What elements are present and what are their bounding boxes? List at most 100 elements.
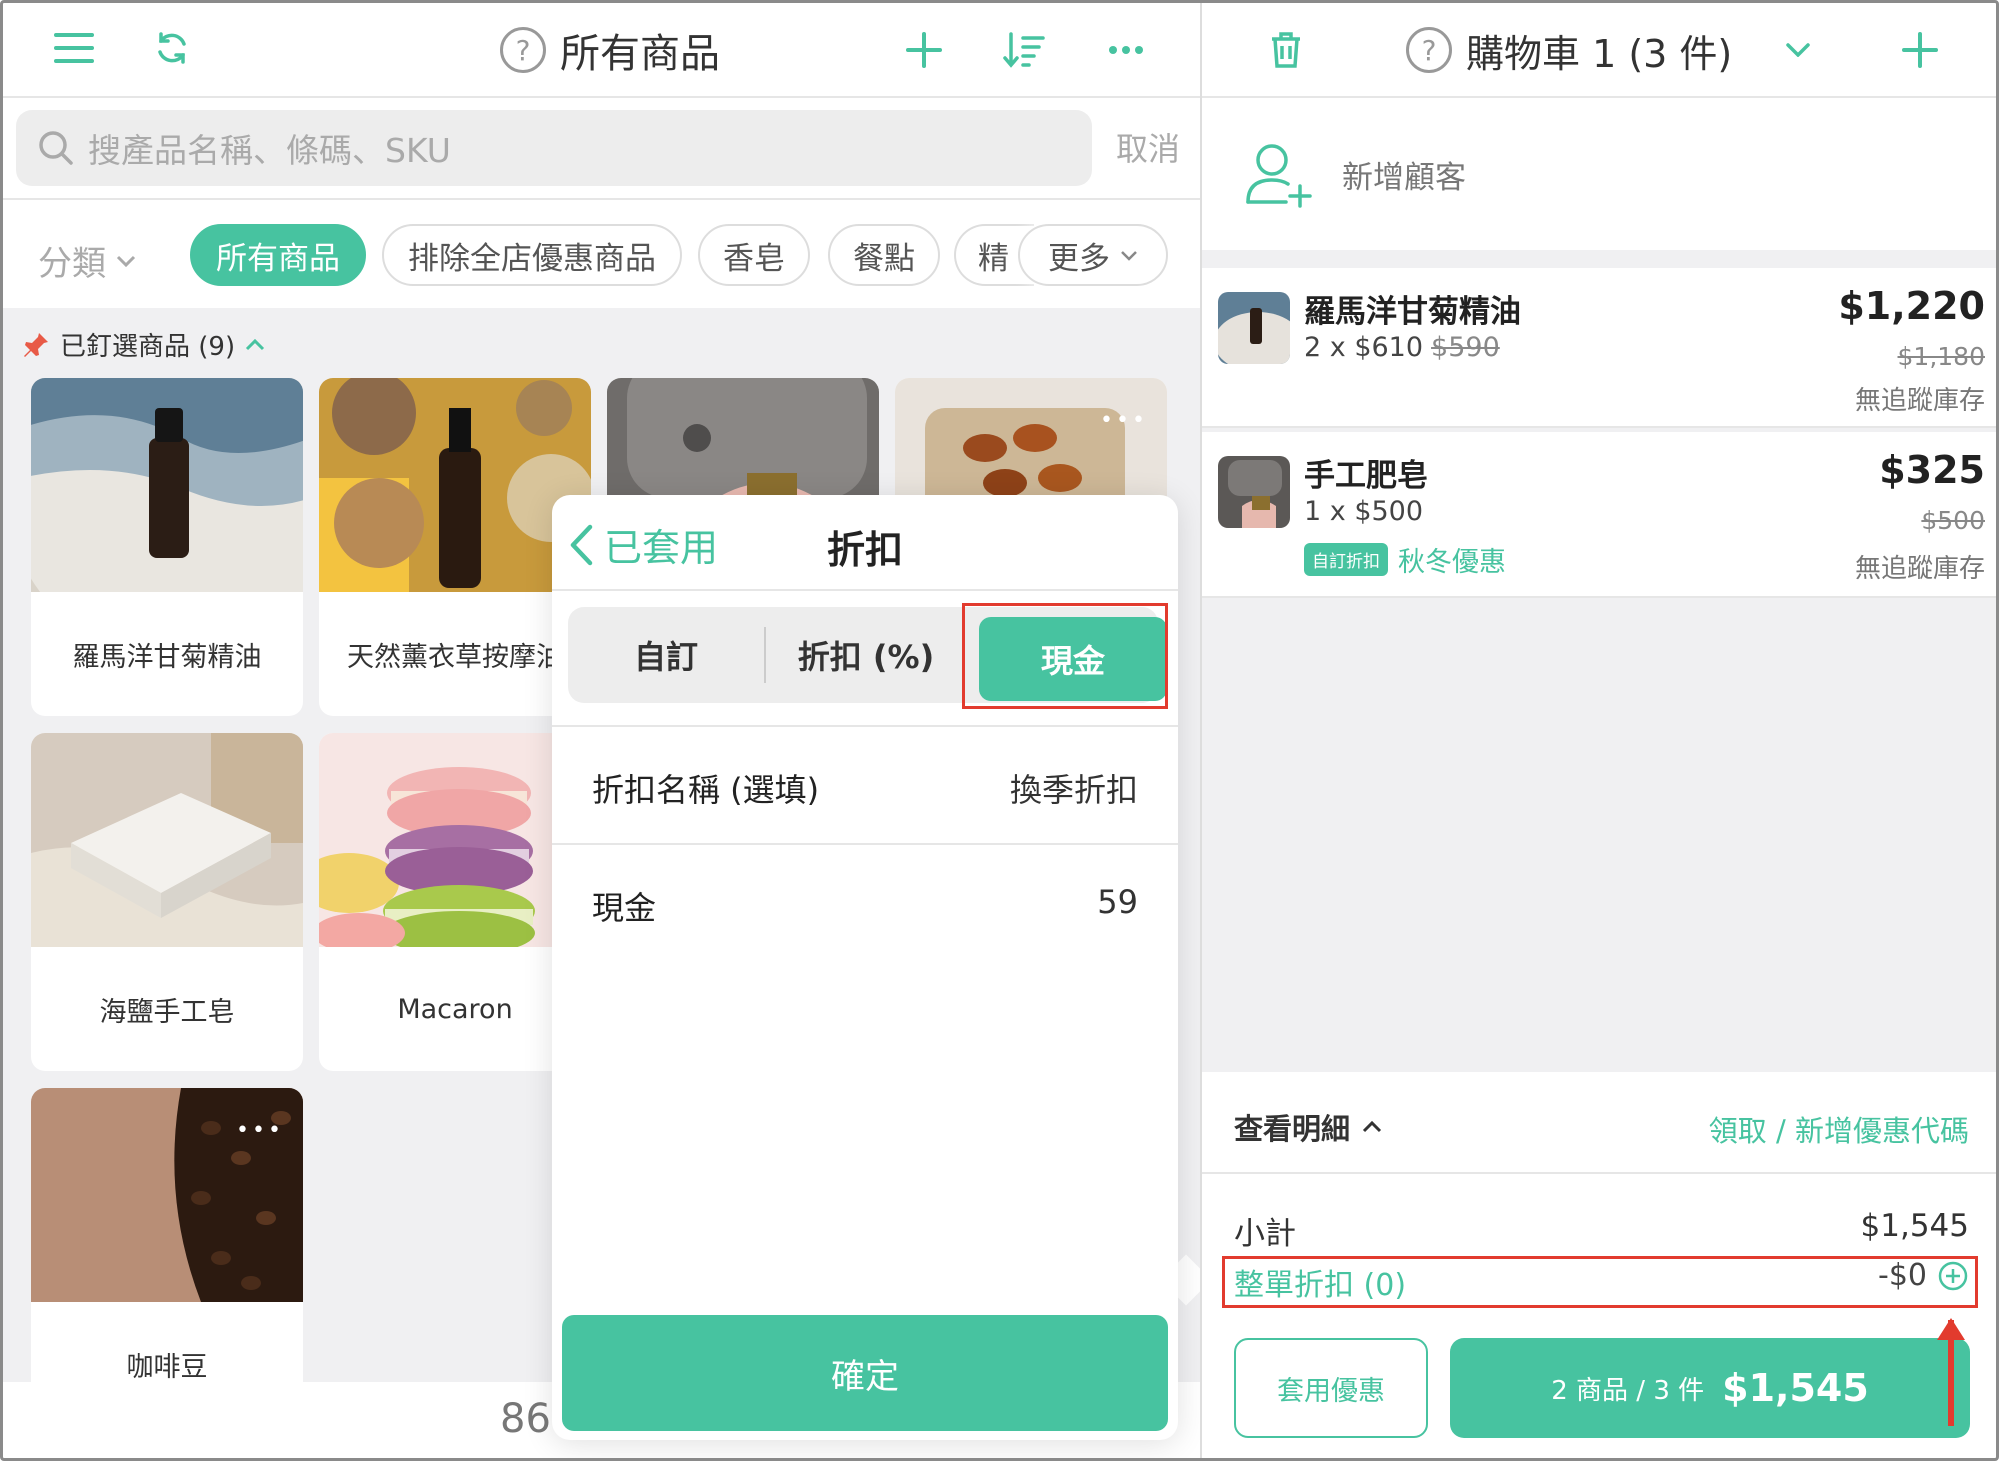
cash-row[interactable]: 現金 59 [552,845,1178,963]
product-image-chamomile-oil [31,378,303,658]
highlight-box-order-discount [1222,1256,1978,1308]
item-qty-price: 1 x $500 [1304,496,1424,527]
product-toolbar: ? 所有商品 [0,0,1200,98]
more-options-icon[interactable]: ••• [235,1118,285,1148]
product-card[interactable]: ••• 咖啡豆 [31,1088,303,1426]
cash-label: 現金 [592,889,657,927]
chevron-down-icon [116,255,136,267]
checkout-button[interactable]: 2 商品 / 3 件 $1,545 [1450,1338,1970,1438]
item-orig-price: $500 [1921,506,1985,535]
cart-title-text: 購物車 1 (3 件) [1466,31,1733,76]
discount-name-value[interactable]: 換季折扣 [1010,765,1138,811]
product-name: 海鹽手工皂 [99,996,235,1028]
cart-toolbar: ? 購物車 1 (3 件) [1202,0,1999,98]
item-discount-tag: 自訂折扣 秋冬優惠 [1304,540,1506,579]
add-customer-row[interactable]: 新增顧客 [1202,98,1999,250]
discount-name-row[interactable]: 折扣名稱 (選填) 換季折扣 [552,727,1178,845]
item-name: 手工肥皂 [1304,458,1428,494]
product-name: Macaron [397,993,513,1025]
category-label: 分類 [38,244,106,284]
chip-soap[interactable]: 香皂 [698,224,810,286]
menu-icon[interactable] [52,26,96,70]
more-icon[interactable] [1104,30,1148,70]
divider [1202,1172,1999,1174]
chevron-up-icon [1362,1121,1382,1133]
highlight-box-cash [962,603,1168,709]
item-price: $1,220 [1838,284,1985,328]
product-name: 羅馬洋甘菊精油 [72,641,262,673]
confirm-button[interactable]: 確定 [562,1315,1168,1431]
coupon-code-link[interactable]: 領取 / 新增優惠代碼 [1709,1108,1969,1150]
add-icon[interactable] [902,28,946,72]
view-details-toggle[interactable]: 查看明細 [1234,1106,1382,1148]
product-image-lavender-oil [319,378,591,592]
cancel-search-button[interactable]: 取消 [1116,124,1180,170]
category-filter-row: 分類 所有商品 排除全店優惠商品 香皂 餐點 精 更多 [0,200,1200,308]
cart-summary: 查看明細 領取 / 新增優惠代碼 小計 $1,545 整單折扣 (0) -$0 … [1202,1072,1999,1461]
chevron-down-icon [1121,250,1137,261]
item-qty-price: 2 x $610 $590 [1304,332,1500,363]
search-input[interactable]: 搜產品名稱、條碼、SKU [16,110,1092,186]
popover-header: 折扣 已套用 [552,495,1178,591]
help-icon[interactable]: ? [500,27,546,73]
pinned-header[interactable]: 已釘選商品 (9) [22,326,265,363]
item-qty-orig: $590 [1431,332,1500,363]
discount-name: 秋冬優惠 [1398,547,1506,578]
pin-icon [24,332,48,357]
page-title-text: 所有商品 [560,31,720,77]
product-card[interactable]: Macaron [319,733,591,1071]
product-name: 天然薰衣草按摩油 [347,641,563,673]
subtotal-label: 小計 [1234,1216,1296,1252]
checkout-count: 2 商品 / 3 件 [1551,1375,1705,1406]
view-details-label: 查看明細 [1234,1112,1351,1146]
product-card[interactable]: 天然薰衣草按摩油 [319,378,591,716]
add-cart-icon[interactable] [1898,28,1942,72]
bottom-number: 86 [500,1396,551,1442]
product-card[interactable]: 海鹽手工皂 [31,733,303,1071]
back-label: 已套用 [604,526,719,570]
checkout-amount: $1,545 [1722,1366,1869,1410]
trash-icon[interactable] [1264,28,1308,72]
sort-icon[interactable] [1002,28,1046,72]
item-thumbnail [1218,292,1290,364]
cart-title[interactable]: ? 購物車 1 (3 件) [1406,22,1732,78]
chip-meals[interactable]: 餐點 [828,224,940,286]
subtotal-value: $1,545 [1860,1208,1969,1244]
cart-item[interactable]: 手工肥皂 1 x $500 自訂折扣 秋冬優惠 $325 $500 無追蹤庫存 [1202,432,1999,598]
chip-all-products[interactable]: 所有商品 [190,224,366,286]
chip-exclude-store-discount[interactable]: 排除全店優惠商品 [382,224,682,286]
item-thumbnail [1218,456,1290,528]
more-options-icon[interactable]: ••• [1099,408,1149,438]
cash-value[interactable]: 59 [1097,883,1138,921]
apply-promo-button[interactable]: 套用優惠 [1234,1338,1428,1438]
segment-custom[interactable]: 自訂 [568,607,764,703]
help-icon[interactable]: ? [1406,27,1452,73]
item-stock: 無追蹤庫存 [1854,554,1985,584]
cart-item[interactable]: 羅馬洋甘菊精油 2 x $610 $590 $1,220 $1,180 無追蹤庫存 [1202,268,1999,428]
refresh-icon[interactable] [150,26,194,70]
chevron-up-icon [246,338,265,350]
product-image-macaron [319,733,591,955]
chip-more[interactable]: 更多 [1018,224,1168,286]
back-button[interactable]: 已套用 [568,517,718,572]
chevron-left-icon [570,524,593,565]
search-bar: 搜產品名稱、條碼、SKU 取消 [0,98,1200,200]
segment-percent[interactable]: 折扣 (%) [766,607,966,703]
cart-pane: ? 購物車 1 (3 件) 新增顧客 羅馬洋甘菊精油 2 x $610 $590 … [1200,0,1999,1461]
item-name: 羅馬洋甘菊精油 [1304,294,1521,330]
page-title: ? 所有商品 [500,22,720,78]
item-price: $325 [1879,448,1985,492]
item-qty-price-text: 2 x $610 [1304,332,1424,363]
add-customer-label: 新增顧客 [1342,160,1466,196]
item-stock: 無追蹤庫存 [1854,386,1985,416]
annotation-arrow-head [1937,1318,1965,1340]
pinned-label: 已釘選商品 (9) [60,332,236,362]
search-icon [39,131,73,165]
search-placeholder: 搜產品名稱、條碼、SKU [88,131,451,170]
item-orig-price: $1,180 [1897,342,1985,371]
category-dropdown[interactable]: 分類 [38,236,136,285]
chip-more-label: 更多 [1048,240,1110,277]
product-card[interactable]: 羅馬洋甘菊精油 [31,378,303,716]
chevron-down-icon[interactable] [1778,30,1818,70]
discount-badge: 自訂折扣 [1304,543,1388,576]
